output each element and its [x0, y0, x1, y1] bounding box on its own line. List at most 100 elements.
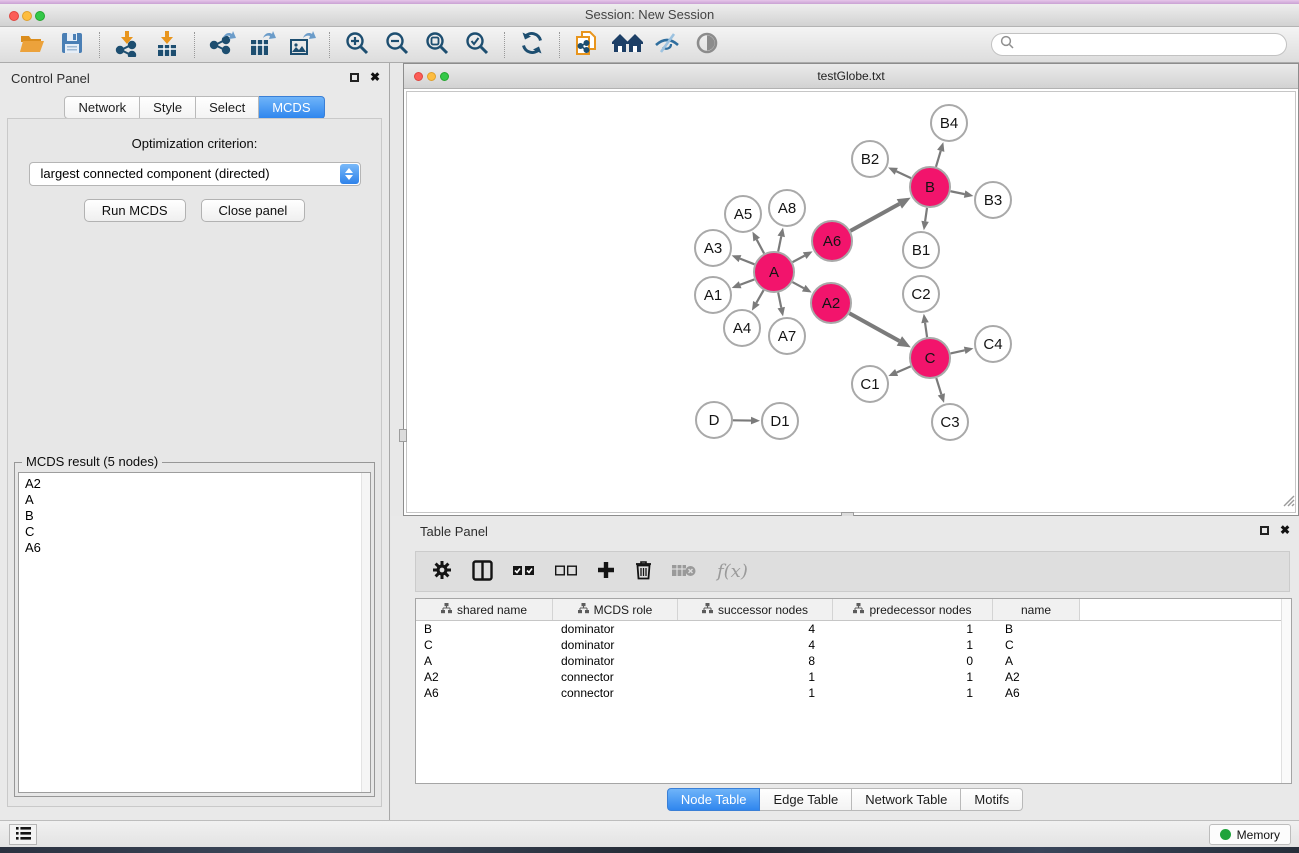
optimization-criterion-value: largest connected component (directed) — [41, 166, 270, 181]
clone-network-button[interactable] — [567, 30, 607, 60]
graph-edge-A-A7[interactable] — [778, 293, 781, 308]
column-header-successor-nodes[interactable]: successor nodes — [678, 599, 833, 620]
mcds-result-item[interactable]: A — [25, 492, 370, 508]
open-file-button[interactable] — [12, 30, 52, 60]
graph-edge-A-A3[interactable] — [740, 259, 754, 265]
neighbors-button[interactable] — [607, 30, 647, 60]
search-box[interactable] — [991, 33, 1287, 56]
save-icon — [60, 31, 84, 58]
import-network-button[interactable] — [107, 30, 147, 60]
zoom-selected-button[interactable] — [457, 30, 497, 60]
function-builder-button[interactable]: f(x) — [717, 561, 748, 582]
import-table-icon — [154, 30, 180, 60]
graph-edge-A-A5[interactable] — [757, 240, 764, 254]
graph-edge-C-C2[interactable] — [925, 323, 927, 337]
network-minimize-traffic-light[interactable] — [427, 72, 436, 81]
network-canvas[interactable]: B4B2BB3A8A5A6B1A3AA1C2A2A4A7C4CC1C3DD1 — [406, 91, 1296, 513]
optimization-criterion-select[interactable]: largest connected component (directed) — [29, 162, 361, 186]
tab-mcds[interactable]: MCDS — [259, 96, 324, 119]
close-panel-button[interactable]: Close panel — [201, 199, 306, 222]
deselect-all-button[interactable] — [555, 564, 577, 579]
show-graphics-details-button[interactable] — [647, 30, 687, 60]
tab-network[interactable]: Network — [64, 96, 140, 119]
memory-button[interactable]: Memory — [1209, 824, 1291, 845]
table-cell: dominator — [553, 653, 678, 669]
close-panel-icon[interactable]: ✖ — [1280, 525, 1290, 535]
graph-edge-B-B2[interactable] — [896, 171, 911, 178]
graph-edge-A-A8[interactable] — [778, 236, 781, 251]
table-row[interactable]: Adominator80A — [416, 653, 1291, 669]
tab-select[interactable]: Select — [196, 96, 259, 119]
table-row[interactable]: Bdominator41B — [416, 621, 1291, 637]
close-panel-icon[interactable]: ✖ — [370, 72, 380, 82]
graph-edge-A-A6[interactable] — [793, 256, 805, 262]
graph-edge-A-A2[interactable] — [792, 282, 803, 288]
result-list-scrollbar[interactable] — [361, 473, 370, 792]
graph-edge-A6-B[interactable] — [850, 204, 899, 231]
export-image-button[interactable] — [282, 30, 322, 60]
mcds-tab-content: Optimization criterion: largest connecte… — [7, 118, 382, 807]
table-row[interactable]: Cdominator41C — [416, 637, 1291, 653]
run-mcds-button[interactable]: Run MCDS — [84, 199, 186, 222]
tab-style[interactable]: Style — [140, 96, 196, 119]
search-input[interactable] — [1019, 36, 1286, 54]
minimize-traffic-light[interactable] — [22, 11, 32, 21]
column-header-shared-name[interactable]: shared name — [416, 599, 553, 620]
table-toolbar: f(x) — [415, 551, 1290, 592]
zoom-out-button[interactable] — [377, 30, 417, 60]
save-session-button[interactable] — [52, 30, 92, 60]
refresh-button[interactable] — [512, 30, 552, 60]
tab-edge-table[interactable]: Edge Table — [760, 788, 852, 811]
column-header-predecessor-nodes[interactable]: predecessor nodes — [833, 599, 993, 620]
graph-edge-B-B4[interactable] — [936, 151, 941, 167]
zoom-selected-icon — [465, 31, 490, 59]
column-header-name[interactable]: name — [993, 599, 1080, 620]
float-panel-icon[interactable] — [350, 73, 359, 82]
mcds-result-item[interactable]: A2 — [25, 476, 370, 492]
mcds-result-item[interactable]: A6 — [25, 540, 370, 556]
zoom-in-button[interactable] — [337, 30, 377, 60]
network-window-titlebar[interactable]: testGlobe.txt — [404, 64, 1298, 89]
export-table-button[interactable] — [242, 30, 282, 60]
table-row[interactable]: A2connector11A2 — [416, 669, 1291, 685]
window-edge-handle[interactable] — [399, 429, 407, 442]
float-panel-icon[interactable] — [1260, 526, 1269, 535]
graph-edge-C-C3[interactable] — [936, 378, 941, 394]
column-icon — [472, 560, 493, 584]
task-history-button[interactable] — [9, 824, 37, 845]
resize-grip-icon[interactable] — [1280, 492, 1295, 512]
show-column-button[interactable] — [472, 560, 493, 584]
trash-icon — [635, 560, 652, 583]
network-close-traffic-light[interactable] — [414, 72, 423, 81]
delete-column-button[interactable] — [635, 560, 652, 583]
graph-edge-B-B3[interactable] — [951, 191, 965, 194]
table-settings-button[interactable] — [432, 560, 452, 583]
graph-edge-B-B1[interactable] — [925, 208, 927, 222]
graph-edge-C-C1[interactable] — [897, 366, 911, 372]
close-traffic-light[interactable] — [9, 11, 19, 21]
graph-edge-C-C4[interactable] — [950, 350, 964, 353]
column-header-MCDS-role[interactable]: MCDS role — [553, 599, 678, 620]
network-zoom-traffic-light[interactable] — [440, 72, 449, 81]
tab-node-table[interactable]: Node Table — [667, 788, 761, 811]
tab-motifs[interactable]: Motifs — [961, 788, 1023, 811]
export-network-button[interactable] — [202, 30, 242, 60]
graph-edge-A-A1[interactable] — [740, 279, 754, 284]
graph-node-label: A — [769, 264, 779, 281]
table-row[interactable]: A6connector11A6 — [416, 685, 1291, 701]
import-table-button[interactable] — [147, 30, 187, 60]
birds-eye-view-button[interactable] — [687, 30, 727, 60]
graph-edge-A2-C[interactable] — [849, 313, 899, 341]
zoom-traffic-light[interactable] — [35, 11, 45, 21]
mcds-result-item[interactable]: C — [25, 524, 370, 540]
select-all-button[interactable] — [513, 564, 535, 579]
create-column-button[interactable] — [597, 561, 615, 582]
mcds-result-item[interactable]: B — [25, 508, 370, 524]
graph-edge-A-A4[interactable] — [756, 290, 763, 303]
tab-network-table[interactable]: Network Table — [852, 788, 961, 811]
toolbar-separator — [194, 32, 195, 58]
delete-table-button[interactable] — [672, 563, 697, 581]
settings-gear-icon — [432, 560, 452, 583]
table-scrollbar[interactable] — [1281, 599, 1291, 783]
zoom-fit-button[interactable] — [417, 30, 457, 60]
